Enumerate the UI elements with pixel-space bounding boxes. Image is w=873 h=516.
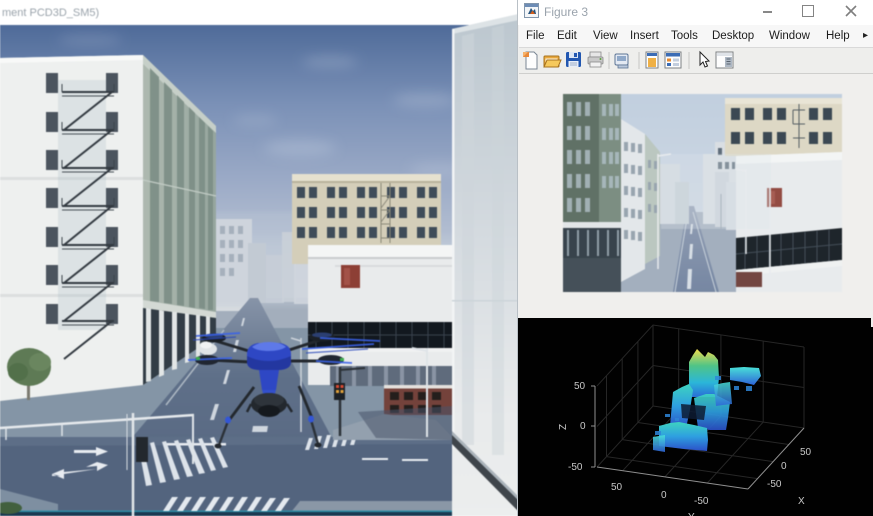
svg-text:0: 0: [580, 421, 586, 432]
svg-text:-50: -50: [568, 462, 583, 473]
svg-text:Y: Y: [688, 512, 695, 516]
svg-text:ment PCD3D_SM5): ment PCD3D_SM5): [2, 7, 99, 19]
svg-text:Z: Z: [558, 424, 569, 430]
svg-text:X: X: [798, 496, 805, 507]
svg-text:50: 50: [611, 482, 623, 493]
svg-text:0: 0: [781, 461, 787, 472]
svg-text:50: 50: [800, 447, 812, 458]
svg-text:-50: -50: [767, 479, 782, 490]
svg-text:0: 0: [661, 490, 667, 501]
svg-text:50: 50: [574, 381, 586, 392]
svg-text:-50: -50: [694, 496, 709, 507]
